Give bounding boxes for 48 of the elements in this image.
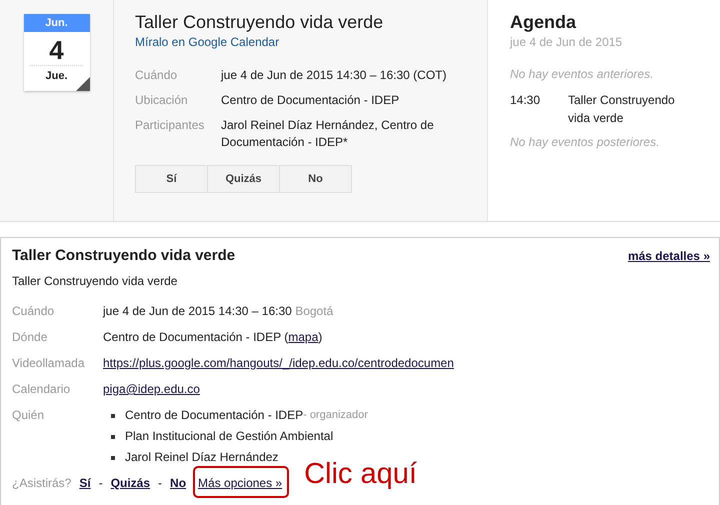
rsvp-link[interactable]: Sí xyxy=(79,476,91,490)
more-options-link[interactable]: Más opciones » xyxy=(198,474,282,492)
detail-value: Jarol Reinel Díaz Hernández, Centro de Documentación - IDEP* xyxy=(221,117,435,151)
more-details-link[interactable]: más detalles » xyxy=(628,248,710,262)
bullet-icon xyxy=(111,434,115,438)
agenda-date: jue 4 de Jun de 2015 xyxy=(510,35,624,49)
calendar-date-icon: Jun. 4 Jue. xyxy=(24,14,90,91)
separator-text: - xyxy=(158,476,162,490)
map-link[interactable]: mapa xyxy=(288,330,318,344)
bullet-icon xyxy=(111,456,115,460)
agenda-title: Agenda xyxy=(510,12,578,33)
role-text: - organizador xyxy=(303,408,368,423)
parenthesis-text: ) xyxy=(318,330,322,344)
rsvp-button[interactable]: Sí xyxy=(135,165,208,193)
event-heading: Taller Construyendo vida verde xyxy=(12,247,236,264)
agenda-note: No hay eventos anteriores. xyxy=(510,67,654,81)
field-link[interactable]: piga@idep.edu.co xyxy=(103,382,200,396)
calendar-link[interactable]: Míralo en Google Calendar xyxy=(135,35,280,49)
annotation-text: Clic aquí xyxy=(304,459,417,489)
field-link[interactable]: https://plus.google.com/hangouts/_/idep.edu.co/centrodedocumen xyxy=(103,356,454,370)
rsvp-button[interactable]: No xyxy=(279,165,352,193)
field-label: Quién xyxy=(12,407,46,424)
parenthesis-text: ( xyxy=(284,330,288,344)
field-value: Centro de Documentación - IDEP xyxy=(103,330,281,344)
field-label: Cuándo xyxy=(12,303,56,320)
detail-label: Cuándo xyxy=(135,67,178,84)
detail-label: Ubicación xyxy=(135,92,189,109)
rsvp-link[interactable]: Quizás xyxy=(110,476,150,490)
person-name: Plan Institucional de Gestión Ambiental xyxy=(125,428,334,445)
detail-value: Centro de Documentación - IDEP xyxy=(221,92,400,109)
rsvp-button[interactable]: Quizás xyxy=(207,165,280,193)
detail-label: Participantes xyxy=(135,117,206,134)
rsvp-link[interactable]: No xyxy=(170,476,186,490)
field-label: Dónde xyxy=(12,329,48,346)
event-description: Taller Construyendo vida verde xyxy=(12,274,178,288)
event-title: Taller Construyendo vida verde xyxy=(135,12,384,33)
person-name: Jarol Reinel Díaz Hernández xyxy=(125,449,278,466)
event-time: 14:30 xyxy=(510,92,542,109)
bullet-icon xyxy=(111,414,115,418)
agenda-event[interactable]: Taller Construyendo vida verde xyxy=(568,91,688,127)
field-value: jue 4 de Jun de 2015 14:30 – 16:30 Bogotá xyxy=(103,303,334,320)
detail-value: jue 4 de Jun de 2015 14:30 – 16:30 (COT) xyxy=(221,67,448,84)
agenda-note: No hay eventos posteriores. xyxy=(510,135,660,149)
separator-text: - xyxy=(98,476,103,490)
field-label: Videollamada xyxy=(12,355,86,372)
person-name: Centro de Documentación - IDEP xyxy=(125,407,304,424)
field-label: Calendario xyxy=(12,381,72,398)
rsvp-label: ¿Asistirás? xyxy=(12,476,72,490)
